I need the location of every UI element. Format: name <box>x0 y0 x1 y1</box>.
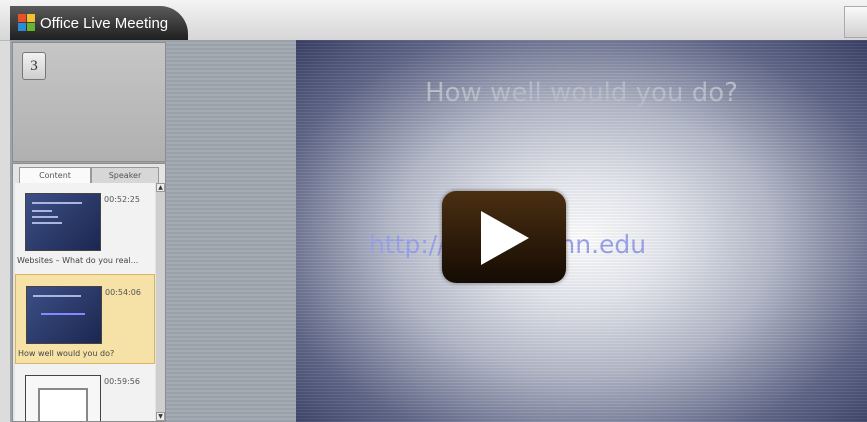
speaker-3-icon[interactable]: 3 <box>22 52 46 80</box>
slide-thumbnail-image <box>25 193 101 251</box>
slide-thumbnail-image <box>25 375 101 421</box>
tab-speaker[interactable]: Speaker <box>91 167 159 183</box>
slide-timestamp: 00:52:25 <box>104 195 140 204</box>
thumbnail-scrollbar[interactable]: ▲ ▼ <box>156 183 165 421</box>
slide-timestamp: 00:54:06 <box>105 288 141 297</box>
slide-thumbnail-list: 00:52:25 Websites – What do you real... … <box>15 183 155 421</box>
speaker-panel: 3 <box>12 42 166 162</box>
scroll-up-icon[interactable]: ▲ <box>156 183 165 192</box>
slide-margin <box>166 40 296 422</box>
tab-content[interactable]: Content <box>19 167 91 183</box>
slide-thumbnail[interactable]: 00:52:25 Websites – What do you real... <box>15 187 155 271</box>
window-control[interactable] <box>844 6 867 38</box>
slide-title: How well would you do? <box>425 78 738 108</box>
content-panel: Content Speaker 00:52:25 Websites – What… <box>12 163 166 422</box>
slide-thumbnail[interactable]: 00:59:56 <box>15 369 155 421</box>
slide-timestamp: 00:59:56 <box>104 377 140 386</box>
scroll-down-icon[interactable]: ▼ <box>156 412 165 421</box>
title-bar: Office Live Meeting <box>0 0 867 41</box>
slide-viewer: How well would you do? http:// ibs.lib.u… <box>296 40 867 422</box>
slide-caption: How well would you do? <box>18 349 115 358</box>
slide-thumbnail-selected[interactable]: 00:54:06 How well would you do? <box>15 274 155 364</box>
play-button[interactable] <box>442 191 566 283</box>
play-icon <box>481 211 529 265</box>
app-title: Office Live Meeting <box>40 14 169 32</box>
app-brand: Office Live Meeting <box>10 6 188 40</box>
slide-thumbnail-image <box>26 286 102 344</box>
office-logo-icon <box>18 14 36 32</box>
slide-caption: Websites – What do you real... <box>17 256 139 265</box>
